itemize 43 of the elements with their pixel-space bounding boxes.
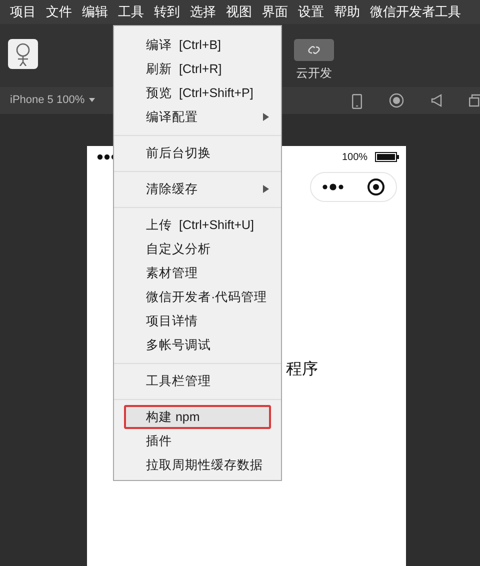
battery-percent: 100% [342,151,368,165]
cloud-dev-label: 云开发 [296,65,332,82]
menu-item[interactable]: 上传 [Ctrl+Shift+U] [114,213,281,237]
caret-icon [88,98,95,102]
capsule-button[interactable] [310,172,397,202]
menu-bar-item[interactable]: 工具 [118,2,144,22]
menu-bar-item[interactable]: 转到 [154,2,180,22]
window-icon[interactable] [469,94,480,107]
menu-bar-item[interactable]: 项目 [10,2,36,22]
link-icon [307,45,321,56]
phone-icon[interactable] [352,94,362,109]
menu-bar-item[interactable]: 选择 [190,2,216,22]
menu-item[interactable]: 刷新 [Ctrl+R] [114,57,281,81]
menu-item[interactable]: 拉取周期性缓存数据 [114,453,281,477]
menu-bar-item[interactable]: 微信开发者工具 [370,2,461,22]
avatar[interactable] [8,39,38,70]
menu-item[interactable]: 微信开发者·代码管理 [114,285,281,309]
menu-item[interactable]: 工具栏管理 [114,369,281,393]
menu-item[interactable]: 预览 [Ctrl+Shift+P] [114,81,281,105]
more-dots-icon [322,183,344,191]
menu-bar-item[interactable]: 帮助 [334,2,360,22]
menu-bar-item[interactable]: 文件 [46,2,72,22]
target-icon [366,178,385,196]
menu-bar-item[interactable]: 视图 [226,2,252,22]
record-icon[interactable] [389,92,404,108]
menu-bar-item[interactable]: 编辑 [82,2,108,22]
menu-item[interactable]: 素材管理 [114,261,281,285]
battery-icon [375,152,399,162]
menu-item[interactable]: 构建 npm [124,405,271,429]
page-title: 程序 [286,360,318,380]
menu-bar-item[interactable]: 设置 [298,2,324,22]
cloud-dev-button[interactable] [294,39,334,62]
menu-bar-item[interactable]: 界面 [262,2,288,22]
menu-item[interactable]: 编译 [Ctrl+B] [114,33,281,57]
menu-item[interactable]: 清除缓存 [114,177,281,201]
menu-item[interactable]: 项目详情 [114,309,281,333]
menu-item[interactable]: 插件 [114,429,281,453]
menu-item[interactable]: 多帐号调试 [114,333,281,357]
device-selector[interactable]: iPhone 5 100% [10,92,95,109]
menu-item[interactable]: 自定义分析 [114,237,281,261]
menu-item[interactable]: 前后台切换 [114,141,281,165]
menu-item[interactable]: 编译配置 [114,105,281,129]
speaker-icon[interactable] [431,94,442,107]
